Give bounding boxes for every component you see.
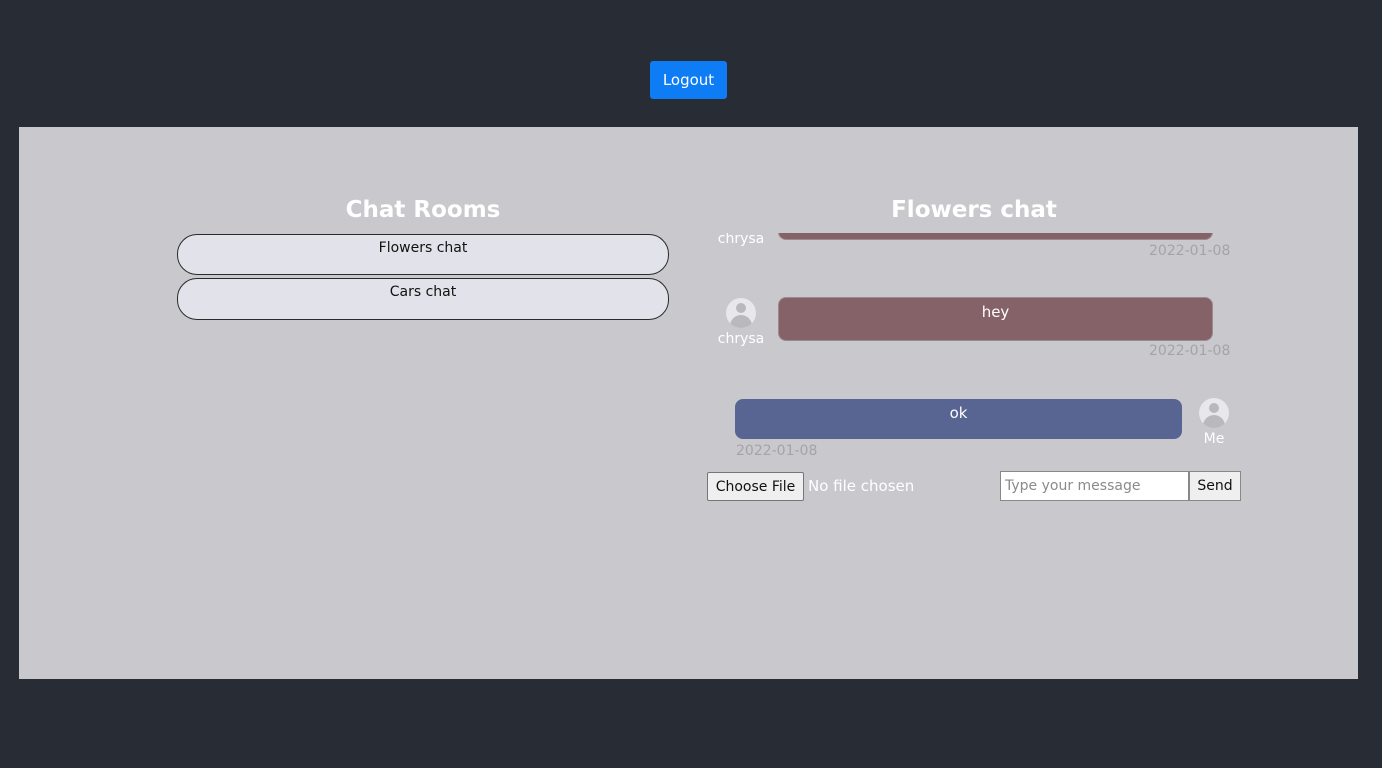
chat-title: Flowers chat xyxy=(891,197,1057,223)
send-button[interactable]: Send xyxy=(1189,471,1241,501)
logout-button[interactable]: Logout xyxy=(650,61,727,99)
message-sender: chrysa xyxy=(717,233,765,247)
message-list[interactable]: chrysa 2022-01-08 chrysa hey 2022-01-08 … xyxy=(699,233,1259,463)
main-panel: Chat Rooms Flowers chat Cars chat Flower… xyxy=(19,127,1358,679)
message-input[interactable] xyxy=(1000,471,1189,501)
chat-rooms-title: Chat Rooms xyxy=(345,197,501,223)
user-avatar-icon xyxy=(1199,398,1229,428)
message-sender: chrysa xyxy=(717,331,765,347)
message-sender-me: Me xyxy=(1203,431,1225,447)
user-avatar-icon xyxy=(726,298,756,328)
choose-file-button[interactable]: Choose File xyxy=(707,472,804,501)
message-date: 2022-01-08 xyxy=(1149,343,1231,359)
room-item-cars-chat[interactable]: Cars chat xyxy=(177,278,669,320)
message-date: 2022-01-08 xyxy=(736,443,818,459)
file-status: No file chosen xyxy=(808,477,915,495)
message-bubble: hey xyxy=(778,297,1213,341)
message-bubble-mine: ok xyxy=(735,399,1182,439)
message-date: 2022-01-08 xyxy=(1149,243,1231,259)
room-item-flowers-chat[interactable]: Flowers chat xyxy=(177,234,669,275)
message-bubble xyxy=(778,233,1213,240)
